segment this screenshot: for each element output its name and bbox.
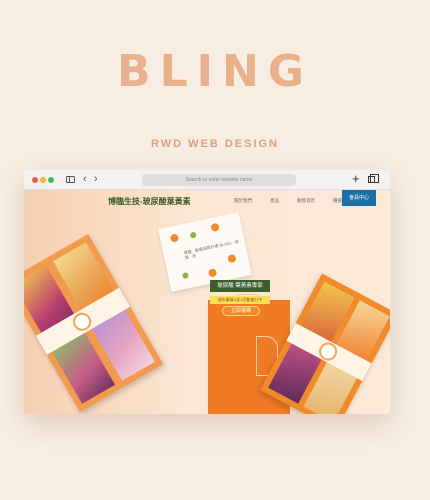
tab-overview-icon[interactable] <box>368 174 379 183</box>
nav-item-about[interactable]: 關於我們 <box>234 198 252 204</box>
promo-banner: 週年慶買2送1活動進行中 <box>210 296 270 304</box>
page-subtitle: RWD WEB DESIGN <box>150 138 280 150</box>
browser-toolbar: ‹ › Search or enter website name + <box>24 170 390 190</box>
address-bar[interactable]: Search or enter website name <box>142 174 296 186</box>
forward-arrow-icon[interactable]: › <box>94 173 98 185</box>
hero-badge: 玻尿酸 葉黃素專家 <box>210 280 270 292</box>
nav-item-news[interactable]: 動態消息 <box>297 198 315 204</box>
sidebar-toggle-icon[interactable] <box>66 176 75 183</box>
minimize-window-button[interactable] <box>40 177 46 183</box>
brand-title: BLING <box>117 46 313 97</box>
member-center-button[interactable]: 會員中心 <box>342 190 376 206</box>
shop-now-button[interactable]: 立即選購 <box>222 306 260 316</box>
product-box-left <box>24 234 164 412</box>
new-tab-icon[interactable]: + <box>352 171 360 186</box>
back-arrow-icon[interactable]: ‹ <box>83 173 87 185</box>
close-window-button[interactable] <box>32 177 38 183</box>
nav-item-products[interactable]: 產品 <box>270 198 279 204</box>
maximize-window-button[interactable] <box>48 177 54 183</box>
site-nav: 關於我們 產品 動態消息 購買資訊 <box>234 198 351 204</box>
leaflet-text: 博臨 · 動感亮眼計畫 BLING ‧ 玻 ‧ 葉 · 亮 <box>183 238 242 261</box>
website-viewport: 博臨 · 動感亮眼計畫 BLING ‧ 玻 ‧ 葉 · 亮 博臨生技-玻尿酸葉黃… <box>24 190 390 414</box>
browser-window: ‹ › Search or enter website name + 博臨 · … <box>24 170 390 414</box>
site-title[interactable]: 博臨生技-玻尿酸葉黃素 <box>108 196 191 207</box>
